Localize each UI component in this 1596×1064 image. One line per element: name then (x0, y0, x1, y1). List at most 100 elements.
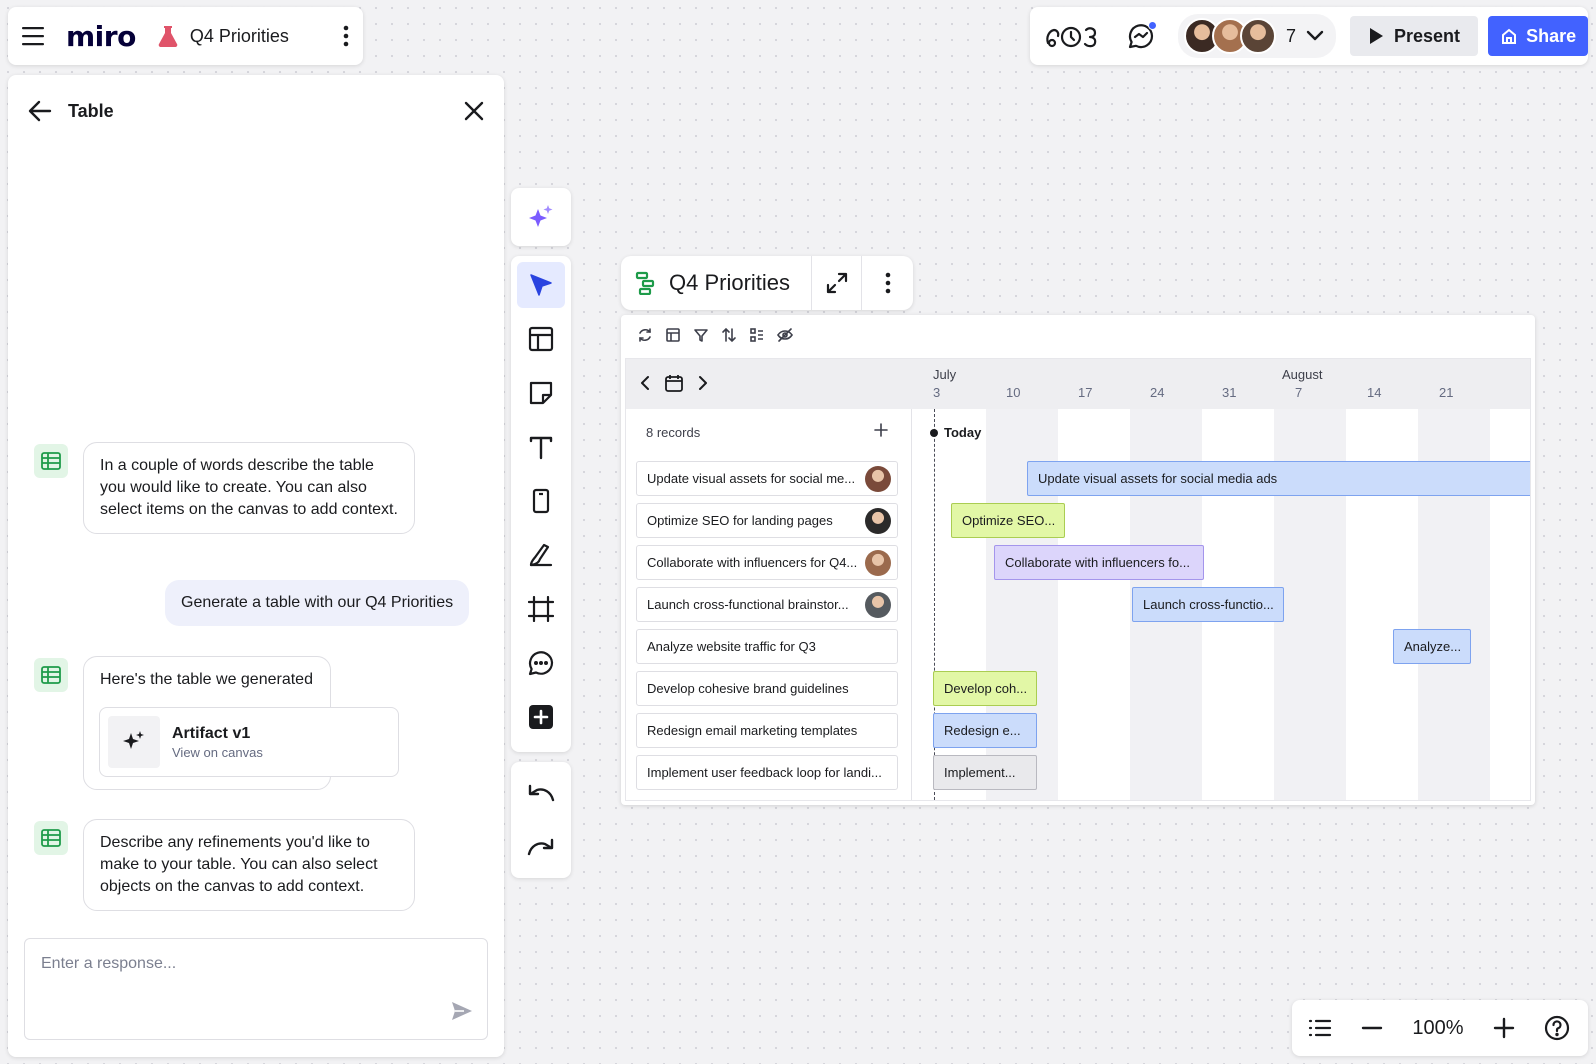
frame-icon[interactable] (517, 586, 565, 632)
timeline-bar[interactable]: Implement... (933, 755, 1037, 790)
record-name: Update visual assets for social me... (647, 471, 856, 486)
more-vertical-icon[interactable] (861, 256, 913, 310)
timeline-title-segment[interactable]: Q4 Priorities (621, 256, 811, 310)
view-on-canvas-link[interactable]: View on canvas (172, 745, 263, 760)
flask-icon (158, 25, 178, 47)
share-button[interactable]: Share (1488, 16, 1589, 56)
sparkle-icon[interactable] (517, 194, 565, 240)
artifact-title: Artifact v1 (172, 724, 251, 742)
zoom-out-icon[interactable] (1361, 1026, 1383, 1030)
timeline-area: Today Update visual assets for social me… (912, 409, 1530, 800)
calendar-icon[interactable] (664, 373, 684, 393)
zoom-in-icon[interactable] (1493, 1017, 1515, 1039)
user-message: Generate a table with our Q4 Priorities (165, 580, 470, 626)
device-frame-icon[interactable] (517, 478, 565, 524)
zoom-level[interactable]: 100% (1412, 1017, 1463, 1040)
close-icon[interactable] (464, 101, 484, 121)
hide-fields-icon[interactable] (777, 327, 793, 343)
notification-dot (1148, 21, 1157, 30)
day-label: 10 (1006, 385, 1021, 400)
ai-message: In a couple of words describe the table … (83, 442, 415, 534)
record-row[interactable]: Analyze website traffic for Q3 (636, 629, 898, 664)
record-row[interactable]: Optimize SEO for landing pages (636, 503, 898, 538)
timeline-bar[interactable]: Develop coh... (933, 671, 1037, 706)
board-title[interactable]: Q4 Priorities (190, 26, 289, 47)
record-row[interactable]: Update visual assets for social me... (636, 461, 898, 496)
timeline-bar[interactable]: Analyze... (1393, 629, 1471, 664)
list-icon[interactable] (1308, 1018, 1332, 1038)
records-count: 8 records (646, 425, 701, 440)
record-row[interactable]: Collaborate with influencers for Q4... (636, 545, 898, 580)
timeline-card: July August 3 10 17 24 31 7 14 21 8 reco… (621, 315, 1535, 805)
chevron-down-icon[interactable] (1306, 30, 1324, 42)
zoom-controls: 100% (1292, 1000, 1588, 1056)
share-board-icon (1500, 27, 1518, 45)
miro-logo[interactable]: miro (66, 20, 136, 53)
day-label: 3 (933, 385, 941, 400)
help-icon[interactable] (1544, 1015, 1570, 1041)
filter-icon[interactable] (693, 327, 709, 343)
table-icon (34, 821, 68, 855)
day-label: 14 (1367, 385, 1382, 400)
avatar (1240, 18, 1276, 54)
creation-toolbar (511, 256, 571, 752)
avatar (865, 465, 891, 492)
panel-header: Table (28, 91, 484, 131)
pen-icon[interactable] (517, 532, 565, 578)
today-label: Today (944, 425, 982, 440)
timeline-bar[interactable]: Update visual assets for social media ad… (1027, 461, 1530, 496)
sparkle-icon (108, 716, 160, 768)
group-icon[interactable] (749, 327, 765, 343)
response-input[interactable] (41, 955, 441, 973)
records-column: 8 records Update visual assets for socia… (626, 409, 912, 800)
day-label: 24 (1150, 385, 1165, 400)
cursor-icon[interactable] (517, 262, 565, 308)
send-icon[interactable] (451, 1001, 473, 1021)
timeline-bar[interactable]: Launch cross-functio... (1132, 587, 1284, 622)
avatar (865, 507, 891, 534)
collaborator-avatars[interactable]: 7 (1178, 14, 1337, 58)
menu-icon[interactable] (22, 26, 46, 46)
chat-icon[interactable] (1126, 21, 1157, 51)
record-row[interactable]: Launch cross-functional brainstor... (636, 587, 898, 622)
more-vertical-icon[interactable] (343, 25, 349, 47)
avatar (865, 591, 891, 618)
collaboration-bar: 7 Present Share (1030, 7, 1589, 65)
artifact-card[interactable]: Artifact v1 View on canvas (99, 707, 399, 777)
record-row[interactable]: Redesign email marketing templates (636, 713, 898, 748)
response-box[interactable] (24, 938, 488, 1040)
timeline-bar[interactable]: Collaborate with influencers fo... (994, 545, 1204, 580)
day-label: 7 (1295, 385, 1303, 400)
present-button[interactable]: Present (1350, 16, 1479, 56)
sync-icon[interactable] (637, 327, 653, 343)
record-row[interactable]: Develop cohesive brand guidelines (636, 671, 898, 706)
timeline-bar[interactable]: Redesign e... (933, 713, 1037, 748)
expand-icon[interactable] (811, 256, 861, 310)
share-label: Share (1526, 25, 1577, 46)
back-arrow-icon[interactable] (28, 100, 52, 122)
record-row[interactable]: Implement user feedback loop for landi..… (636, 755, 898, 790)
undo-icon[interactable] (517, 770, 565, 816)
text-icon[interactable] (517, 424, 565, 470)
chevron-left-icon[interactable] (640, 375, 650, 391)
day-label: 21 (1439, 385, 1454, 400)
reactions-icon[interactable] (1044, 21, 1100, 51)
timeline-header[interactable]: Q4 Priorities (621, 256, 913, 310)
collaborator-count: 7 (1286, 25, 1297, 46)
comment-icon[interactable] (517, 640, 565, 686)
sort-icon[interactable] (721, 327, 737, 343)
record-name: Redesign email marketing templates (647, 723, 858, 738)
app-bar: miro Q4 Priorities (8, 7, 363, 65)
chevron-right-icon[interactable] (698, 375, 708, 391)
redo-icon[interactable] (517, 824, 565, 870)
timeline-bar[interactable]: Optimize SEO... (951, 503, 1065, 538)
ai-message-text: Here's the table we generated (100, 671, 313, 688)
day-label: 31 (1222, 385, 1237, 400)
add-record-icon[interactable] (874, 423, 888, 437)
layout-icon[interactable] (665, 327, 681, 343)
add-plus-icon[interactable] (517, 694, 565, 740)
ai-message: Describe any refinements you'd like to m… (83, 819, 415, 911)
sticky-note-icon[interactable] (517, 370, 565, 416)
template-icon[interactable] (517, 316, 565, 362)
date-header: July August 3 10 17 24 31 7 14 21 (626, 359, 1530, 409)
